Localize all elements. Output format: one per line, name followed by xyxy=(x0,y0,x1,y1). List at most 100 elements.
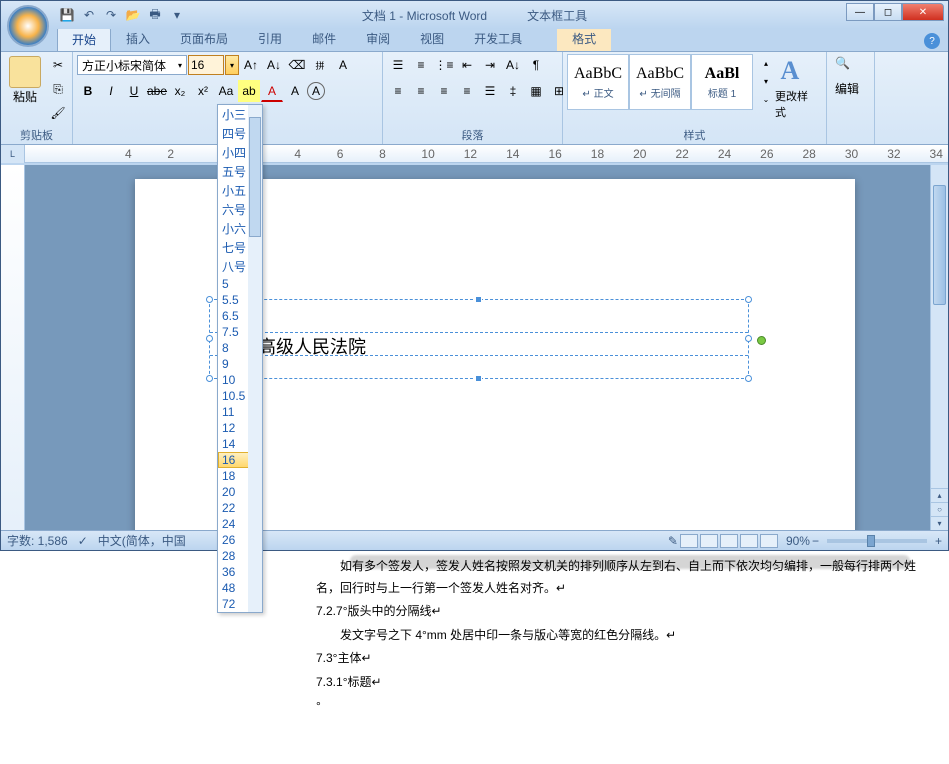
superscript-button[interactable]: x² xyxy=(192,80,214,102)
change-styles-button[interactable]: A 更改样式 xyxy=(771,54,822,122)
spell-check-icon[interactable]: ✓ xyxy=(78,534,88,548)
dropdown-scrollbar[interactable] xyxy=(248,105,262,612)
align-left-icon[interactable]: ≡ xyxy=(387,80,409,102)
language-status[interactable]: 中文(简体，中国 xyxy=(98,532,186,549)
tab-review[interactable]: 审阅 xyxy=(351,26,405,51)
font-size-dropdown-button[interactable]: ▾ xyxy=(225,55,239,75)
shrink-font-icon[interactable]: A↓ xyxy=(263,54,285,76)
view-print-icon[interactable] xyxy=(680,534,698,548)
italic-button[interactable]: I xyxy=(100,80,122,102)
tab-view[interactable]: 视图 xyxy=(405,26,459,51)
format-painter-icon[interactable]: 🖌 xyxy=(47,102,69,124)
clear-format-icon[interactable]: ⌫ xyxy=(286,54,308,76)
tab-insert[interactable]: 插入 xyxy=(111,26,165,51)
align-center-icon[interactable]: ≡ xyxy=(410,80,432,102)
style-normal[interactable]: AaBbC↵ 正文 xyxy=(567,54,629,110)
grow-font-icon[interactable]: A↑ xyxy=(240,54,262,76)
track-changes-icon[interactable]: ✎ xyxy=(668,534,678,548)
next-page-icon[interactable]: ▾ xyxy=(931,516,948,530)
cut-icon[interactable]: ✂ xyxy=(47,54,69,76)
prev-page-icon[interactable]: ▴ xyxy=(931,488,948,502)
bold-button[interactable]: B xyxy=(77,80,99,102)
editing-button[interactable]: 🔍 编辑 xyxy=(831,54,863,99)
char-shading-button[interactable]: A xyxy=(284,80,306,102)
help-icon[interactable]: ? xyxy=(924,33,940,49)
change-styles-label: 更改样式 xyxy=(775,88,818,120)
group-styles-label: 样式 xyxy=(563,127,826,143)
group-clipboard-label: 剪贴板 xyxy=(1,127,72,143)
close-button[interactable]: ✕ xyxy=(902,3,944,21)
style-gallery[interactable]: AaBbC↵ 正文 AaBbC↵ 无间隔 AaBl标题 1 xyxy=(567,54,753,110)
tab-layout[interactable]: 页面布局 xyxy=(165,26,243,51)
align-right-icon[interactable]: ≡ xyxy=(433,80,455,102)
indent-inc-icon[interactable]: ⇥ xyxy=(479,54,501,76)
open-icon[interactable]: 📂 xyxy=(123,5,143,25)
qat-more-icon[interactable]: ▾ xyxy=(167,5,187,25)
textbox-selected[interactable]: 高级人民法院 xyxy=(209,299,749,379)
tab-format[interactable]: 格式 xyxy=(557,26,611,51)
maximize-button[interactable]: ◻ xyxy=(874,3,902,21)
change-case-button[interactable]: Aa xyxy=(215,80,237,102)
zoom-out-icon[interactable]: − xyxy=(812,534,819,548)
multilevel-icon[interactable]: ⋮≡ xyxy=(433,54,455,76)
numbering-icon[interactable]: ≡ xyxy=(410,54,432,76)
sort-icon[interactable]: A↓ xyxy=(502,54,524,76)
find-icon: 🔍 xyxy=(835,56,859,80)
tab-home[interactable]: 开始 xyxy=(57,27,111,51)
office-button[interactable] xyxy=(7,5,49,47)
tab-mailings[interactable]: 邮件 xyxy=(297,26,351,51)
clipboard-icon xyxy=(9,56,41,88)
subscript-button[interactable]: x₂ xyxy=(169,80,191,102)
window-title: 文档 1 - Microsoft Word xyxy=(362,7,487,24)
zoom-in-icon[interactable]: + xyxy=(935,534,942,548)
char-border-icon[interactable]: A xyxy=(332,54,354,76)
font-size-dropdown[interactable]: 小三四号小四五号小五六号小六七号八号55.56.57.5891010.51112… xyxy=(217,104,263,613)
quick-access-toolbar: 💾 ↶ ↷ 📂 🖶 ▾ xyxy=(57,5,187,25)
scrollbar-thumb[interactable] xyxy=(933,185,946,305)
shading-icon[interactable]: ▦ xyxy=(525,80,547,102)
save-icon[interactable]: 💾 xyxy=(57,5,77,25)
ribbon-tabs: 开始 插入 页面布局 引用 邮件 审阅 视图 开发工具 格式 xyxy=(1,29,948,51)
zoom-level[interactable]: 90% xyxy=(786,534,810,548)
undo-icon[interactable]: ↶ xyxy=(79,5,99,25)
font-family-select[interactable]: 方正小标宋简体▾ xyxy=(77,55,187,75)
ruler-corner[interactable]: L xyxy=(1,145,25,163)
redo-icon[interactable]: ↷ xyxy=(101,5,121,25)
ruler-horizontal[interactable]: L 42246810121416182022242628303234 xyxy=(1,145,948,163)
distribute-icon[interactable]: ☰ xyxy=(479,80,501,102)
font-size-select[interactable]: 16 xyxy=(188,55,224,75)
bullets-icon[interactable]: ☰ xyxy=(387,54,409,76)
external-document-text: 如有多个签发人，签发人姓名按照发文机关的排列顺序从左到右、自上而下依次均匀编排，… xyxy=(316,556,926,719)
copy-icon[interactable]: ⎘ xyxy=(47,78,69,100)
indent-dec-icon[interactable]: ⇤ xyxy=(456,54,478,76)
minimize-button[interactable]: — xyxy=(846,3,874,21)
browse-object-icon[interactable]: ○ xyxy=(931,502,948,516)
underline-button[interactable]: U xyxy=(123,80,145,102)
zoom-slider[interactable] xyxy=(827,539,927,543)
print-icon[interactable]: 🖶 xyxy=(145,5,165,25)
strike-button[interactable]: abe xyxy=(146,80,168,102)
phonetic-icon[interactable]: 拼 xyxy=(309,54,331,76)
view-outline-icon[interactable] xyxy=(740,534,758,548)
justify-icon[interactable]: ≡ xyxy=(456,80,478,102)
highlight-button[interactable]: ab xyxy=(238,80,260,102)
rotate-handle[interactable] xyxy=(757,336,766,345)
tab-references[interactable]: 引用 xyxy=(243,26,297,51)
word-count[interactable]: 字数: 1,586 xyxy=(7,532,68,549)
scrollbar-vertical[interactable]: ▴ ○ ▾ xyxy=(930,165,948,530)
style-heading1[interactable]: AaBl标题 1 xyxy=(691,54,753,110)
show-marks-icon[interactable]: ¶ xyxy=(525,54,547,76)
paste-button[interactable]: 粘贴 xyxy=(5,54,45,107)
group-paragraph-label: 段落 xyxy=(383,127,562,143)
textbox-content[interactable]: 高级人民法院 xyxy=(210,332,748,356)
tab-developer[interactable]: 开发工具 xyxy=(459,26,537,51)
view-web-icon[interactable] xyxy=(720,534,738,548)
view-draft-icon[interactable] xyxy=(760,534,778,548)
view-fullscreen-icon[interactable] xyxy=(700,534,718,548)
line-spacing-icon[interactable]: ‡ xyxy=(502,80,524,102)
ribbon: 粘贴 ✂ ⎘ 🖌 剪贴板 方正小标宋简体▾ 16 ▾ A↑ A↓ ⌫ 拼 A B… xyxy=(1,51,948,145)
enclose-char-button[interactable]: A xyxy=(307,82,325,100)
font-color-button[interactable]: A xyxy=(261,80,283,102)
ruler-vertical[interactable] xyxy=(1,165,25,530)
style-nospacing[interactable]: AaBbC↵ 无间隔 xyxy=(629,54,691,110)
